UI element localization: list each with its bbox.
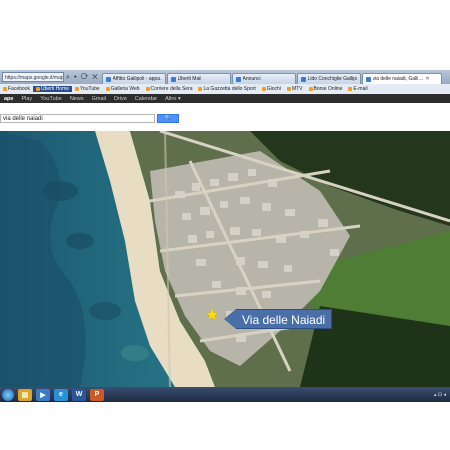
favorite-label: La Gazzetta dello Sport [203,86,256,92]
favorite-link[interactable]: Corriere della Sera [143,86,196,92]
map-imagery [0,131,450,387]
media-app-icon[interactable]: ▶ [36,388,50,401]
bookmark-icon [286,87,291,91]
bookmark-icon [35,87,40,91]
favorite-link[interactable]: Facebook [0,86,33,92]
browser-tab[interactable]: via delle naiadi, Galli… ✕ [361,73,442,84]
browser-tab[interactable]: Uberti Mail [166,73,231,84]
favorite-label: Uberti Home [40,86,70,92]
favorite-label: Borse Online [313,86,343,92]
favorite-link[interactable]: Giochi [259,86,284,92]
page-favicon-icon [170,76,176,82]
favorite-link[interactable]: La Gazzetta dello Sport [195,86,258,92]
browser-tab[interactable]: Lido Conchiglie Gallipo… [296,73,361,84]
word-app-icon[interactable]: W [72,388,86,401]
taskbar: ▤ ▶ e W P ▴ ⊡ ◂ [0,387,450,402]
search-input[interactable]: via delle naiadi [0,114,155,123]
favorite-label: Galleria Web [110,86,140,92]
google-bar-link[interactable]: Gmail [88,96,110,102]
browser-screen: https://maps.google.it/maps ⌕ ▾ ⟳ ✕ Affi… [0,70,450,402]
bookmark-icon [348,87,353,91]
favorite-link[interactable]: Borse Online [306,86,346,92]
close-tab-icon[interactable]: ✕ [425,74,429,84]
google-bar-link[interactable]: Altro ▾ [161,96,185,102]
bookmark-icon [261,87,266,91]
taskbar-apps: ▤ ▶ e W P [18,388,104,401]
bookmark-icon [198,87,203,91]
location-marker-icon[interactable]: ★ [205,308,219,324]
address-bar[interactable]: https://maps.google.it/maps [2,72,64,82]
bookmark-icon [308,87,313,91]
maps-search-row: via delle naiadi 🔍 [0,103,450,132]
favorite-label: MTV [291,86,303,92]
google-bar-link[interactable]: ape [0,96,17,102]
favorite-link[interactable]: YouTube [72,86,103,92]
page-favicon-icon [300,76,306,82]
favorite-link[interactable]: E-mail [345,86,370,92]
bookmark-icon [75,87,80,91]
favorite-label: E-mail [353,86,368,92]
favorite-link[interactable]: Galleria Web [103,86,143,92]
favorite-label: Corriere della Sera [150,86,193,92]
ie-app-icon[interactable]: e [54,388,68,401]
callout-label: Via delle Naiadi [236,309,333,329]
bookmark-icon [3,87,7,91]
address-nav-icons[interactable]: ⌕ ▾ ⟳ ✕ [66,74,99,82]
bookmark-icon [145,87,150,91]
browser-tab[interactable]: Affitto Gallipoli - appa… [101,73,166,84]
google-bar-link[interactable]: YouTube [36,96,66,102]
tabs-container: Affitto Gallipoli - appa… Uberti Mail Annu… [101,73,443,84]
tab-label: Lido Conchiglie Gallipo… [307,75,357,82]
favorite-label: Giochi [266,86,281,92]
page-favicon-icon [105,76,111,82]
satellite-map[interactable]: ★ Via delle Naiadi [0,131,450,387]
paint-app-icon[interactable]: P [90,388,104,401]
explorer-app-icon[interactable]: ▤ [18,388,32,401]
browser-tab[interactable]: Annunci [231,73,296,84]
google-bar-link[interactable]: Play [17,96,36,102]
page-favicon-icon [235,76,241,82]
favorite-link[interactable]: MTV [284,86,306,92]
page-favicon-icon [365,76,371,82]
google-bar-link[interactable]: News [66,96,88,102]
system-tray[interactable]: ▴ ⊡ ◂ [434,392,446,398]
google-bar-link[interactable]: Drive [110,96,131,102]
favorite-label: YouTube [80,86,100,92]
bookmark-icon [105,87,110,91]
google-bar-link[interactable]: Calendar [131,96,161,102]
search-button[interactable]: 🔍 [157,114,179,123]
tab-label: Uberti Mail [177,75,202,82]
search-icon: 🔍 [164,115,172,121]
start-button[interactable] [2,388,14,401]
google-bar: ape Play YouTube News Gmail Drive Calendar Altr… [0,94,450,103]
callout-arrow [224,309,236,329]
favorite-label: Facebook [8,86,30,92]
tab-bar: https://maps.google.it/maps ⌕ ▾ ⟳ ✕ Affi… [0,70,450,84]
location-callout: Via delle Naiadi [224,309,333,329]
tab-label: Affitto Gallipoli - appa… [112,75,162,82]
tab-label: via delle naiadi, Galli… [372,75,424,82]
favorite-link[interactable]: Uberti Home [32,86,73,92]
tab-label: Annunci [242,75,261,82]
